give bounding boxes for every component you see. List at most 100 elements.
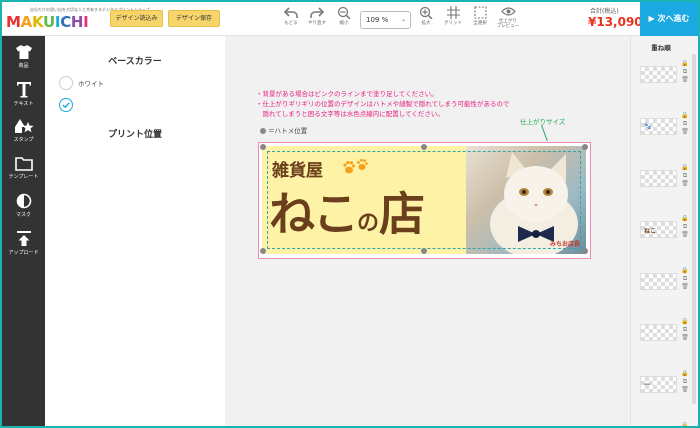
load-design-button[interactable]: デザイン読込み <box>110 10 163 27</box>
select-all-label: 全選択 <box>473 21 487 26</box>
undo-button[interactable]: もどる <box>278 6 304 26</box>
trash-icon[interactable]: 🗑 <box>681 180 689 188</box>
trash-icon[interactable]: 🗑 <box>681 334 689 342</box>
eyelet-marker <box>421 248 427 254</box>
undo-label: もどる <box>284 21 298 26</box>
eyelet-marker <box>260 144 266 150</box>
tshirt-icon <box>15 45 32 59</box>
layers-scrollbar[interactable] <box>692 54 696 404</box>
duplicate-icon[interactable]: ⧉ <box>681 68 689 76</box>
trash-icon[interactable]: 🗑 <box>681 76 689 84</box>
zoom-in-button[interactable]: 拡大 <box>413 6 439 26</box>
base-color-white-label: ホワイト <box>78 80 104 88</box>
left-nav: 商品 テキスト スタンプ テンプレート マスク アップロード <box>2 36 45 426</box>
total-price: ¥13,090 <box>588 15 643 29</box>
upload-icon <box>16 231 31 246</box>
eyelet-marker <box>260 248 266 254</box>
nav-item-product[interactable]: 商品 <box>2 44 45 69</box>
eyelet-dot-icon <box>260 128 266 134</box>
logo[interactable]: 自分だけの思い出を大切な人と共有するデジタルプリントショップ MAKUICHI <box>6 7 150 33</box>
duplicate-icon[interactable]: ⧉ <box>681 120 689 128</box>
total-label: 合計(税込) <box>590 8 619 15</box>
nav-label-stamp: スタンプ <box>13 137 34 143</box>
duplicate-icon[interactable]: ⧉ <box>681 172 689 180</box>
text-icon <box>16 82 31 98</box>
lock-icon[interactable]: 🔒 <box>681 370 689 378</box>
lock-icon[interactable]: 🔒 <box>681 422 689 426</box>
zoom-in-icon <box>419 6 433 19</box>
layer-thumbnail-label: 🐾 <box>644 123 652 130</box>
guideline-note: 隠れてしまうと困る文字等は水色点線内に配置してください。 <box>256 110 444 118</box>
eye-icon <box>500 7 516 16</box>
chevron-down-icon: ⌄ <box>400 16 406 23</box>
save-design-button[interactable]: デザイン保存 <box>168 10 220 27</box>
lock-icon[interactable]: 🔒 <box>681 215 689 223</box>
preview-button[interactable]: 仕上がり プレビュー <box>495 6 521 29</box>
redo-button[interactable]: やり直す <box>304 6 330 26</box>
base-color-white-radio[interactable] <box>59 76 73 90</box>
duplicate-icon[interactable]: ⧉ <box>681 326 689 334</box>
grid-button[interactable]: グリッド <box>440 6 466 26</box>
layer-thumbnail[interactable] <box>640 324 677 341</box>
banner-design[interactable]: 雑貨屋 ねこの店 みちお店長 <box>262 146 586 254</box>
layer-actions: 🔒⧉🗑 <box>681 164 689 188</box>
trash-icon[interactable]: 🗑 <box>681 283 689 291</box>
logo-wordmark: MAKUICHI <box>6 13 89 31</box>
zoom-value: 109 % <box>366 16 389 24</box>
select-all-button[interactable]: 全選択 <box>467 6 493 26</box>
eyelet-marker <box>582 144 588 150</box>
preview-label-2: プレビュー <box>496 24 520 29</box>
layer-thumbnail-label: ねこ <box>644 228 657 235</box>
lock-icon[interactable]: 🔒 <box>681 60 689 68</box>
nav-label-template: テンプレート <box>8 174 39 180</box>
nav-item-template[interactable]: テンプレート <box>2 156 45 180</box>
eyelet-marker <box>582 248 588 254</box>
layer-thumbnail[interactable]: 🐾 <box>640 118 677 135</box>
guideline-notes: ・背景がある場合はピンクのラインまで塗り足してください。 ・仕上がりギリギリの位… <box>256 89 510 119</box>
base-color-selected-radio[interactable] <box>59 98 73 112</box>
trash-icon[interactable]: 🗑 <box>681 128 689 136</box>
nav-item-text[interactable]: テキスト <box>2 81 45 107</box>
trash-icon[interactable]: 🗑 <box>681 386 689 394</box>
check-icon <box>62 102 70 109</box>
nav-item-upload[interactable]: アップロード <box>2 230 45 256</box>
duplicate-icon[interactable]: ⧉ <box>681 275 689 283</box>
lock-icon[interactable]: 🔒 <box>681 164 689 172</box>
layer-thumbnail[interactable] <box>640 170 677 187</box>
grid-label: グリッド <box>444 21 462 26</box>
layer-thumbnail-label: — <box>644 381 650 388</box>
duplicate-icon[interactable]: ⧉ <box>681 223 689 231</box>
nav-label-text: テキスト <box>13 101 34 107</box>
eyelet-marker <box>421 144 427 150</box>
grid-icon <box>446 6 460 19</box>
finish-size-label: 仕上がりサイズ <box>520 118 566 126</box>
nav-label-product: 商品 <box>18 63 29 69</box>
layer-actions: 🔒⧉🗑 <box>681 112 689 136</box>
lock-icon[interactable]: 🔒 <box>681 112 689 120</box>
duplicate-icon[interactable]: ⧉ <box>681 378 689 386</box>
lock-icon[interactable]: 🔒 <box>681 267 689 275</box>
zoom-in-label: 拡大 <box>421 21 431 26</box>
zoom-out-icon <box>337 6 351 19</box>
banner-artboard[interactable]: 雑貨屋 ねこの店 みちお店長 <box>258 142 591 259</box>
safe-area-guide <box>267 151 581 249</box>
trash-icon[interactable]: 🗑 <box>681 231 689 239</box>
lock-icon[interactable]: 🔒 <box>681 318 689 326</box>
layer-actions: 🔒⧉🗑 <box>681 215 689 239</box>
zoom-out-button[interactable]: 縮小 <box>331 6 357 26</box>
layer-thumbnail[interactable] <box>640 66 677 83</box>
layer-thumbnail[interactable] <box>640 273 677 290</box>
layers-panel: 重ね順 🔒⧉🗑🐾🔒⧉🗑🔒⧉🗑ねこ🔒⧉🗑🔒⧉🗑🔒⧉🗑—🔒⧉🗑🔒⧉🗑 <box>630 36 698 426</box>
layer-thumbnail[interactable]: — <box>640 376 677 393</box>
nav-label-mask: マスク <box>15 212 31 218</box>
undo-icon <box>284 7 298 18</box>
mask-icon <box>16 193 31 209</box>
zoom-select[interactable]: 109 % ⌄ <box>360 11 411 29</box>
layer-thumbnail[interactable]: ねこ <box>640 221 677 238</box>
nav-item-stamp[interactable]: スタンプ <box>2 118 45 143</box>
nav-item-mask[interactable]: マスク <box>2 193 45 218</box>
app-frame: 自分だけの思い出を大切な人と共有するデジタルプリントショップ MAKUICHI … <box>2 2 698 426</box>
design-canvas[interactable]: ・背景がある場合はピンクのラインまで塗り足してください。 ・仕上がりギリギリの位… <box>225 36 630 426</box>
layer-actions: 🔒⧉🗑 <box>681 318 689 342</box>
next-button[interactable]: ▶ 次へ進む <box>640 2 698 36</box>
